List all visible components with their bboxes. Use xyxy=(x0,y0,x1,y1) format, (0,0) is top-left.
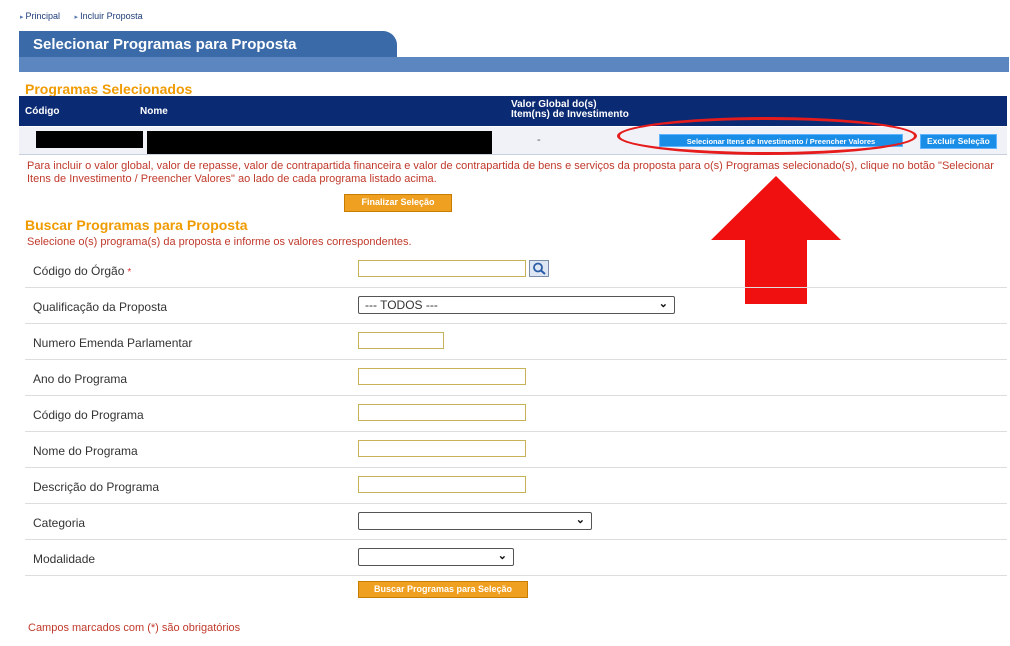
page-title: Selecionar Programas para Proposta xyxy=(19,31,397,57)
required-mark: * xyxy=(127,267,132,278)
descricao-input[interactable] xyxy=(358,476,526,493)
valor-global-value: - xyxy=(537,134,541,146)
col-valor-global: Valor Global do(s) Item(ns) de Investime… xyxy=(511,99,629,120)
row-ano: Ano do Programa xyxy=(25,360,1007,396)
emenda-input[interactable] xyxy=(358,332,444,349)
modalidade-select[interactable]: ⌄ xyxy=(358,548,514,566)
col-nome: Nome xyxy=(140,106,168,117)
label-qualificacao: Qualificação da Proposta xyxy=(33,300,168,314)
search-icon[interactable] xyxy=(529,260,549,277)
label-descricao: Descrição do Programa xyxy=(33,480,160,494)
exclude-selection-button[interactable]: Excluir Seleção xyxy=(920,134,997,149)
instruction-text: Para incluir o valor global, valor de re… xyxy=(27,160,994,185)
qualificacao-select[interactable]: --- TODOS --- ⌄ xyxy=(358,296,675,314)
chevron-down-icon: ⌄ xyxy=(658,298,668,310)
chevron-down-icon: ⌄ xyxy=(497,550,507,562)
col-codigo: Código xyxy=(25,106,60,117)
label-nome-programa: Nome do Programa xyxy=(33,444,138,458)
row-codigo-orgao: Código do Órgão * xyxy=(25,252,1007,288)
codigo-orgao-input[interactable] xyxy=(358,260,526,277)
row-codigo-programa: Código do Programa xyxy=(25,396,1007,432)
breadcrumb-item-principal[interactable]: ▸ Principal xyxy=(20,11,66,21)
row-categoria: Categoria ⌄ xyxy=(25,504,1007,540)
required-fields-note: Campos marcados com (*) são obrigatórios xyxy=(28,622,241,634)
row-descricao: Descrição do Programa xyxy=(25,468,1007,504)
search-programs-title: Buscar Programas para Proposta xyxy=(25,217,248,233)
selected-programs-title: Programas Selecionados xyxy=(25,81,193,97)
label-ano: Ano do Programa xyxy=(33,372,128,386)
highlight-oval xyxy=(617,117,917,155)
row-emenda: Numero Emenda Parlamentar xyxy=(25,324,1007,360)
chevron-down-icon: ⌄ xyxy=(575,514,585,526)
label-codigo-orgao: Código do Órgão * xyxy=(33,264,132,278)
breadcrumb-item-incluir-proposta[interactable]: ▸ Incluir Proposta xyxy=(75,11,149,21)
label-modalidade: Modalidade xyxy=(33,552,96,566)
redacted-code xyxy=(36,131,143,148)
codigo-programa-input[interactable] xyxy=(358,404,526,421)
row-modalidade: Modalidade ⌄ xyxy=(25,540,1007,576)
row-qualificacao: Qualificação da Proposta --- TODOS --- ⌄ xyxy=(25,288,1007,324)
search-hint: Selecione o(s) programa(s) da proposta e… xyxy=(27,236,412,248)
label-emenda: Numero Emenda Parlamentar xyxy=(33,336,193,350)
finalize-selection-button[interactable]: Finalizar Seleção xyxy=(344,194,452,212)
label-codigo-programa: Código do Programa xyxy=(33,408,144,422)
redacted-name xyxy=(147,131,492,154)
breadcrumb: ▸ Principal ▸ Incluir Proposta xyxy=(20,11,155,21)
categoria-select[interactable]: ⌄ xyxy=(358,512,592,530)
row-nome-programa: Nome do Programa xyxy=(25,432,1007,468)
label-categoria: Categoria xyxy=(33,516,86,530)
title-bar xyxy=(19,57,1009,72)
nome-programa-input[interactable] xyxy=(358,440,526,457)
ano-input[interactable] xyxy=(358,368,526,385)
search-programs-button[interactable]: Buscar Programas para Seleção xyxy=(358,581,528,598)
